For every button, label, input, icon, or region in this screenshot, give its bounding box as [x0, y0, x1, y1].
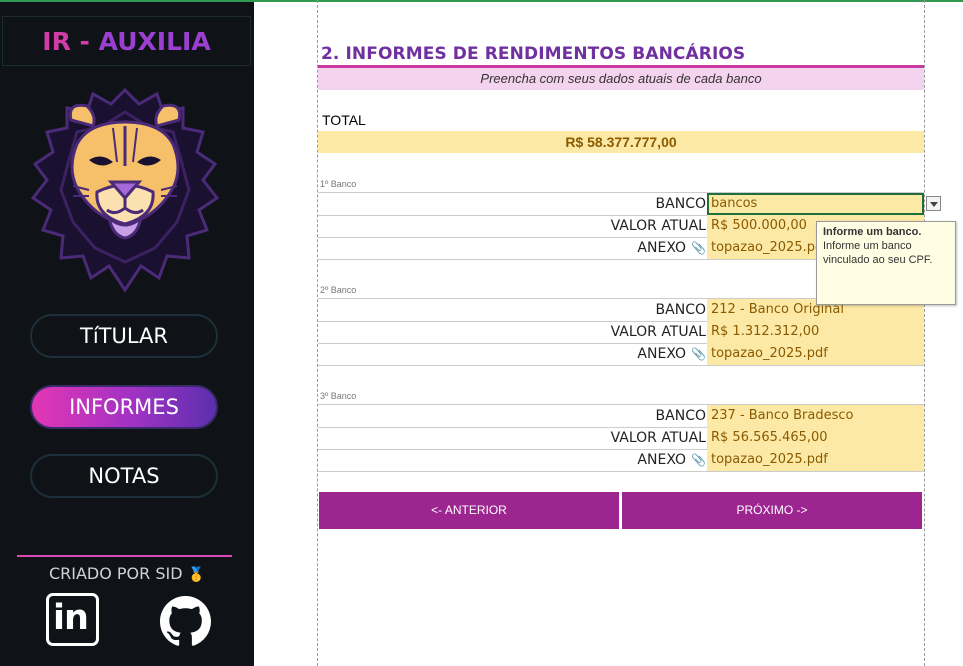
sidebar-divider — [17, 555, 232, 557]
paperclip-icon: 📎 — [691, 241, 706, 255]
nav-informes-button[interactable]: INFORMES — [30, 385, 218, 429]
bank-2-attachment-field[interactable]: topazao_2025.pdf — [707, 343, 924, 365]
linkedin-icon-glyph: in — [53, 598, 89, 638]
medal-icon: 🥇 — [187, 567, 206, 583]
github-icon[interactable] — [160, 596, 211, 647]
tooltip-title: Informe um banco. — [823, 226, 922, 238]
author-credit-text: CRIADO POR SID — [48, 564, 183, 583]
value-label: VALOR ATUAL — [610, 324, 706, 340]
value-label: VALOR ATUAL — [610, 430, 706, 446]
linkedin-icon[interactable]: in — [46, 593, 99, 646]
app-logo-title: IR - AUXILIA — [2, 16, 251, 66]
nav-notas-button[interactable]: NOTAS — [30, 454, 218, 498]
attachment-label-text: ANEXO — [637, 240, 687, 256]
section-title: 2. INFORMES DE RENDIMENTOS BANCÁRIOS — [321, 44, 746, 64]
brand-part-1: IR - — [42, 27, 99, 56]
bank-2-value-field[interactable]: R$ 1.312.312,00 — [707, 321, 924, 343]
bank-2-value-row: VALOR ATUAL R$ 1.312.312,00 — [318, 321, 924, 344]
bank-caption-3: 3º Banco — [320, 391, 357, 401]
attachment-label-text: ANEXO — [637, 346, 687, 362]
section-subtitle: Preencha com seus dados atuais de cada b… — [318, 68, 924, 90]
previous-button[interactable]: <- ANTERIOR — [319, 492, 619, 529]
bank-caption-2: 2º Banco — [320, 285, 357, 295]
bank-3-attachment-field[interactable]: topazao_2025.pdf — [707, 449, 924, 471]
lion-logo-icon — [30, 87, 220, 293]
bank-label: BANCO — [655, 408, 706, 424]
brand-part-2: AUXILIA — [98, 27, 211, 56]
attachment-label: ANEXO 📎 — [318, 237, 706, 259]
tooltip-body: Informe um banco vinculado ao seu CPF. — [823, 240, 933, 266]
nav-titular-button[interactable]: TíTULAR — [30, 314, 218, 358]
next-button[interactable]: PRÓXIMO -> — [622, 492, 922, 529]
total-value: R$ 58.377.777,00 — [318, 131, 924, 153]
bank-1-dropdown-arrow-icon[interactable] — [926, 196, 941, 211]
page-break-line-right — [924, 0, 925, 666]
sidebar: IR - AUXILIA TíTULAR INFORMES NOTAS CRIA… — [0, 2, 254, 666]
bank-3-value-row: VALOR ATUAL R$ 56.565.465,00 — [318, 427, 924, 450]
bank-label: BANCO — [655, 196, 706, 212]
bank-3-attachment-row: ANEXO 📎 topazao_2025.pdf — [318, 449, 924, 472]
input-message-tooltip: Informe um banco. Informe um banco vincu… — [816, 221, 956, 305]
paperclip-icon: 📎 — [691, 347, 706, 361]
attachment-label: ANEXO 📎 — [318, 343, 706, 365]
bank-3-name-row: BANCO 237 - Banco Bradesco — [318, 404, 924, 428]
bank-1-select[interactable]: bancos — [707, 193, 924, 215]
bank-3-select[interactable]: 237 - Banco Bradesco — [707, 405, 924, 427]
author-credit: CRIADO POR SID 🥇 — [0, 564, 254, 583]
total-label: TOTAL — [322, 112, 366, 128]
bank-1-name-row: BANCO bancos — [318, 192, 924, 216]
attachment-label-text: ANEXO — [637, 452, 687, 468]
bank-2-attachment-row: ANEXO 📎 topazao_2025.pdf — [318, 343, 924, 366]
bank-3-value-field[interactable]: R$ 56.565.465,00 — [707, 427, 924, 449]
bank-caption-1: 1º Banco — [320, 179, 357, 189]
paperclip-icon: 📎 — [691, 453, 706, 467]
attachment-label: ANEXO 📎 — [318, 449, 706, 471]
bank-label: BANCO — [655, 302, 706, 318]
value-label: VALOR ATUAL — [610, 218, 706, 234]
